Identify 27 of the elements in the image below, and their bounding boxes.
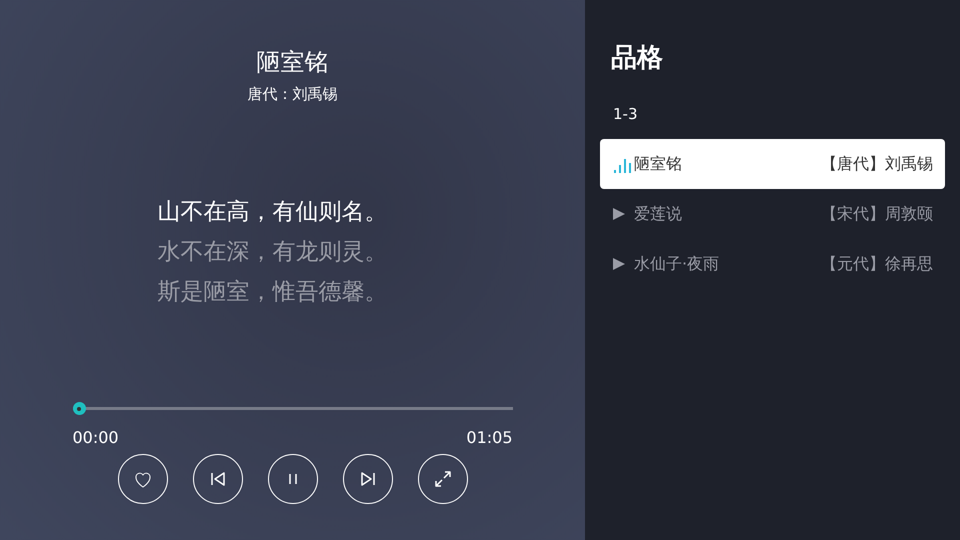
progress-thumb[interactable] [72, 402, 86, 415]
pause-button[interactable] [268, 454, 318, 504]
lyric-line: 斯是陋室，惟吾德馨。 [158, 278, 388, 307]
playlist-item[interactable]: 水仙子·夜雨 【元代】徐再思 [600, 239, 945, 289]
playlist-item[interactable]: 陋室铭 【唐代】刘禹锡 [600, 139, 945, 189]
poem-author: 唐代：刘禹锡 [248, 84, 338, 105]
playlist-item[interactable]: 爱莲说 【宋代】周敦颐 [600, 189, 945, 239]
lyric-line: 山不在高，有仙则名。 [158, 198, 388, 227]
next-button[interactable] [342, 454, 392, 504]
poem-author: 【唐代】刘禹锡 [821, 153, 933, 175]
elapsed-time: 00:00 [72, 428, 119, 448]
poem-author: 【元代】徐再思 [821, 253, 933, 275]
item-range: 1-3 [613, 104, 638, 124]
poem-title: 陋室铭 [256, 47, 328, 78]
playlist-title: 品格 [611, 42, 664, 75]
poem-title: 爱莲说 [634, 203, 682, 225]
play-icon [612, 207, 626, 221]
fullscreen-button[interactable] [418, 454, 468, 504]
poem-title: 陋室铭 [634, 153, 682, 175]
total-time: 01:05 [466, 428, 512, 448]
previous-button[interactable] [192, 454, 242, 504]
poem-author: 【宋代】周敦颐 [821, 203, 933, 225]
poem-title: 水仙子·夜雨 [634, 253, 720, 275]
favorite-button[interactable] [118, 454, 168, 504]
lyric-line: 水不在深，有龙则灵。 [158, 238, 388, 267]
play-icon [612, 257, 626, 271]
pause-icon [288, 473, 296, 485]
